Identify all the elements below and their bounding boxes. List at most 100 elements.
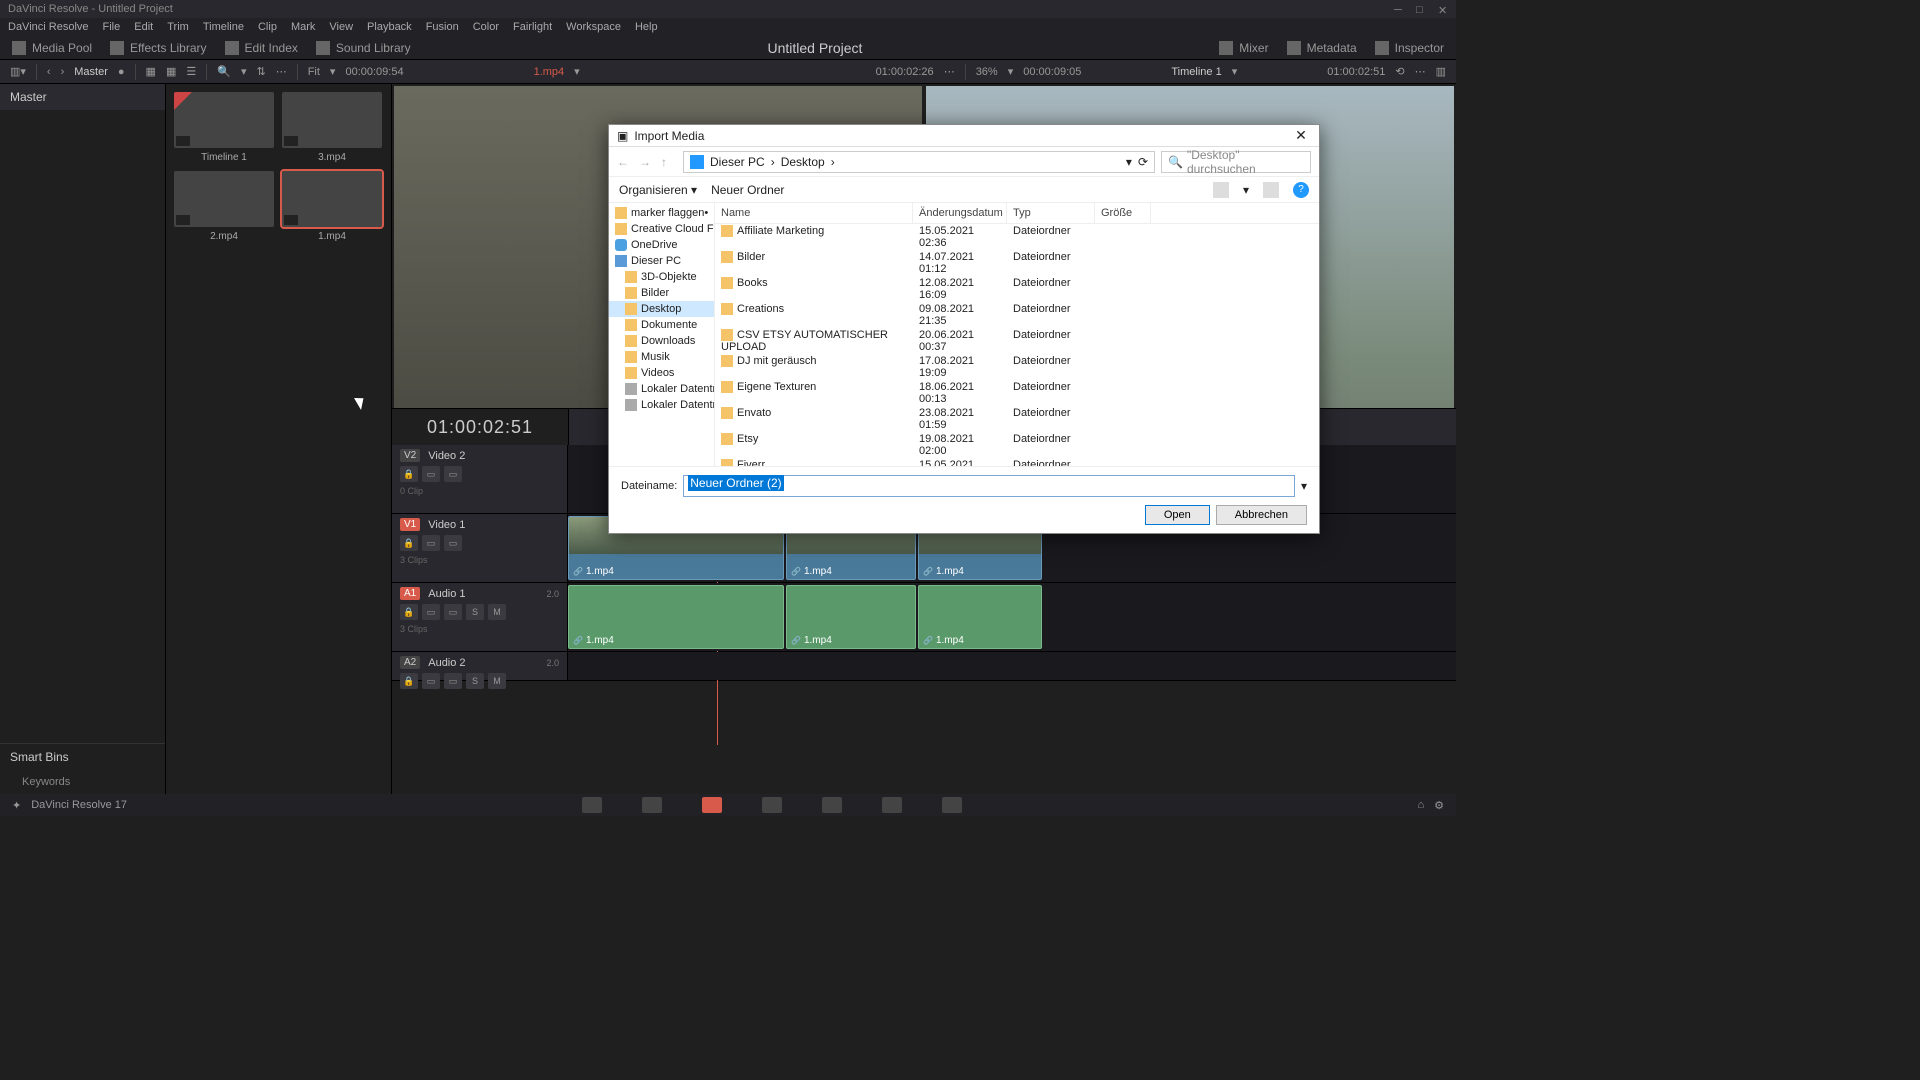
menu-item[interactable]: View xyxy=(329,21,353,33)
fusion-page-icon[interactable] xyxy=(762,797,782,813)
track-header[interactable]: A2Audio 22.0🔒▭▭SM xyxy=(392,652,568,680)
lock-icon[interactable]: 🔒 xyxy=(400,535,418,551)
file-row[interactable]: Affiliate Marketing15.05.2021 02:36Datei… xyxy=(715,224,1319,250)
dropdown-icon[interactable]: ▾ xyxy=(241,65,247,78)
solo-button[interactable]: S xyxy=(466,673,484,689)
nav-fwd-icon[interactable]: › xyxy=(61,66,65,78)
bin-master[interactable]: Master xyxy=(0,84,165,110)
metadata-toggle[interactable]: Metadata xyxy=(1287,41,1357,55)
menu-item[interactable]: Timeline xyxy=(203,21,244,33)
bin-dropdown-icon[interactable]: ▥▾ xyxy=(10,65,26,78)
tree-item[interactable]: 3D-Objekte xyxy=(609,269,714,285)
auto-select-icon[interactable]: ▭ xyxy=(422,673,440,689)
tree-item[interactable]: OneDrive xyxy=(609,237,714,253)
nav-up-icon[interactable]: ↑ xyxy=(661,155,677,169)
list-header[interactable]: Name Änderungsdatum Typ Größe xyxy=(715,203,1319,224)
breadcrumb[interactable]: Desktop xyxy=(781,155,825,169)
column-size[interactable]: Größe xyxy=(1095,203,1151,223)
lock-icon[interactable]: 🔒 xyxy=(400,466,418,482)
lock-icon[interactable]: 🔒 xyxy=(400,673,418,689)
timeline-name[interactable]: Timeline 1 xyxy=(1171,66,1221,78)
tree-item[interactable]: Videos xyxy=(609,365,714,381)
timeline-clip[interactable]: 1.mp4 xyxy=(568,585,784,649)
nav-back-icon[interactable]: ‹ xyxy=(47,66,51,78)
sound-library-toggle[interactable]: Sound Library xyxy=(316,41,411,55)
media-pool-toggle[interactable]: Media Pool xyxy=(12,41,92,55)
list-view-icon[interactable]: ☰ xyxy=(186,65,196,78)
filename-input[interactable]: Neuer Ordner (2) xyxy=(683,475,1295,497)
mute-button[interactable]: M xyxy=(488,604,506,620)
home-icon[interactable]: ⌂ xyxy=(1417,799,1424,811)
sort-icon[interactable]: ⇅ xyxy=(256,65,265,78)
nav-back-icon[interactable]: ← xyxy=(617,155,633,169)
column-name[interactable]: Name xyxy=(715,203,913,223)
more-icon[interactable]: ⋯ xyxy=(944,65,955,78)
new-folder-button[interactable]: Neuer Ordner xyxy=(711,183,784,197)
file-row[interactable]: Eigene Texturen18.06.2021 00:13Dateiordn… xyxy=(715,380,1319,406)
more-icon[interactable]: ⋯ xyxy=(1415,65,1426,78)
lock-icon[interactable]: 🔒 xyxy=(400,604,418,620)
track-badge[interactable]: V2 xyxy=(400,449,420,462)
view-icon[interactable]: ▥ xyxy=(1436,65,1446,78)
fit-dropdown[interactable]: Fit xyxy=(308,66,320,78)
grid-view-icon[interactable]: ▦ xyxy=(166,65,176,78)
menu-item[interactable]: Trim xyxy=(167,21,189,33)
address-bar[interactable]: Dieser PC› Desktop› ▾ ⟳ xyxy=(683,151,1155,173)
master-label[interactable]: Master xyxy=(74,66,108,78)
menu-item[interactable]: File xyxy=(103,21,121,33)
edit-page-icon[interactable] xyxy=(702,797,722,813)
effects-library-toggle[interactable]: Effects Library xyxy=(110,41,206,55)
deliver-page-icon[interactable] xyxy=(942,797,962,813)
menu-item[interactable]: Help xyxy=(635,21,658,33)
mute-button[interactable]: M xyxy=(488,673,506,689)
timeline-clip[interactable]: 1.mp4 xyxy=(786,585,916,649)
track-enable-icon[interactable]: ▭ xyxy=(444,604,462,620)
chevron-down-icon[interactable]: ▾ xyxy=(1243,183,1249,197)
track-badge[interactable]: V1 xyxy=(400,518,420,531)
maximize-icon[interactable]: □ xyxy=(1416,4,1426,14)
file-row[interactable]: DJ mit geräusch17.08.2021 19:09Dateiordn… xyxy=(715,354,1319,380)
folder-tree[interactable]: marker flaggen•Creative Cloud FilOneDriv… xyxy=(609,203,715,466)
edit-index-toggle[interactable]: Edit Index xyxy=(225,41,298,55)
chevron-down-icon[interactable]: ▾ xyxy=(574,65,580,78)
chevron-down-icon[interactable]: ▾ xyxy=(1301,479,1307,493)
solo-button[interactable]: S xyxy=(466,604,484,620)
settings-icon[interactable]: ⚙ xyxy=(1434,799,1444,812)
media-thumb[interactable]: 2.mp4 xyxy=(174,171,274,242)
menu-item[interactable]: Workspace xyxy=(566,21,621,33)
search-icon[interactable]: 🔍 xyxy=(217,65,231,78)
dialog-close-icon[interactable]: ✕ xyxy=(1291,127,1311,144)
chevron-down-icon[interactable]: ▾ xyxy=(1008,65,1014,78)
nav-forward-icon[interactable]: → xyxy=(639,155,655,169)
menu-item[interactable]: Fairlight xyxy=(513,21,552,33)
chevron-down-icon[interactable]: ▾ xyxy=(1126,155,1132,169)
tree-item[interactable]: Lokaler Datentra xyxy=(609,397,714,413)
source-clip-name[interactable]: 1.mp4 xyxy=(534,66,565,78)
thumb-view-icon[interactable]: ▦ xyxy=(146,65,156,78)
track-content[interactable]: 1.mp41.mp41.mp4 xyxy=(568,583,1456,651)
tree-item[interactable]: Desktop xyxy=(609,301,714,317)
breadcrumb[interactable]: Dieser PC xyxy=(710,155,765,169)
help-icon[interactable]: ? xyxy=(1293,182,1309,198)
tree-item[interactable]: Dieser PC xyxy=(609,253,714,269)
track-badge[interactable]: A2 xyxy=(400,656,420,669)
tree-item[interactable]: Musik xyxy=(609,349,714,365)
track-enable-icon[interactable]: ▭ xyxy=(444,466,462,482)
track-badge[interactable]: A1 xyxy=(400,587,420,600)
zoom-value[interactable]: 36% xyxy=(976,66,998,78)
keywords-item[interactable]: Keywords xyxy=(0,770,165,794)
cancel-button[interactable]: Abbrechen xyxy=(1216,505,1307,525)
smart-bins-header[interactable]: Smart Bins xyxy=(0,743,165,770)
tree-item[interactable]: Bilder xyxy=(609,285,714,301)
file-row[interactable]: Envato23.08.2021 01:59Dateiordner xyxy=(715,406,1319,432)
tree-item[interactable]: Downloads xyxy=(609,333,714,349)
cut-page-icon[interactable] xyxy=(642,797,662,813)
menu-item[interactable]: Edit xyxy=(134,21,153,33)
file-row[interactable]: Fiverr15.05.2021 02:36Dateiordner xyxy=(715,458,1319,466)
file-row[interactable]: CSV ETSY AUTOMATISCHER UPLOAD20.06.2021 … xyxy=(715,328,1319,354)
fairlight-page-icon[interactable] xyxy=(882,797,902,813)
track-enable-icon[interactable]: ▭ xyxy=(444,673,462,689)
preview-pane-icon[interactable] xyxy=(1263,182,1279,198)
bypass-icon[interactable]: ⟲ xyxy=(1395,65,1404,78)
chevron-down-icon[interactable]: ▾ xyxy=(330,65,336,78)
